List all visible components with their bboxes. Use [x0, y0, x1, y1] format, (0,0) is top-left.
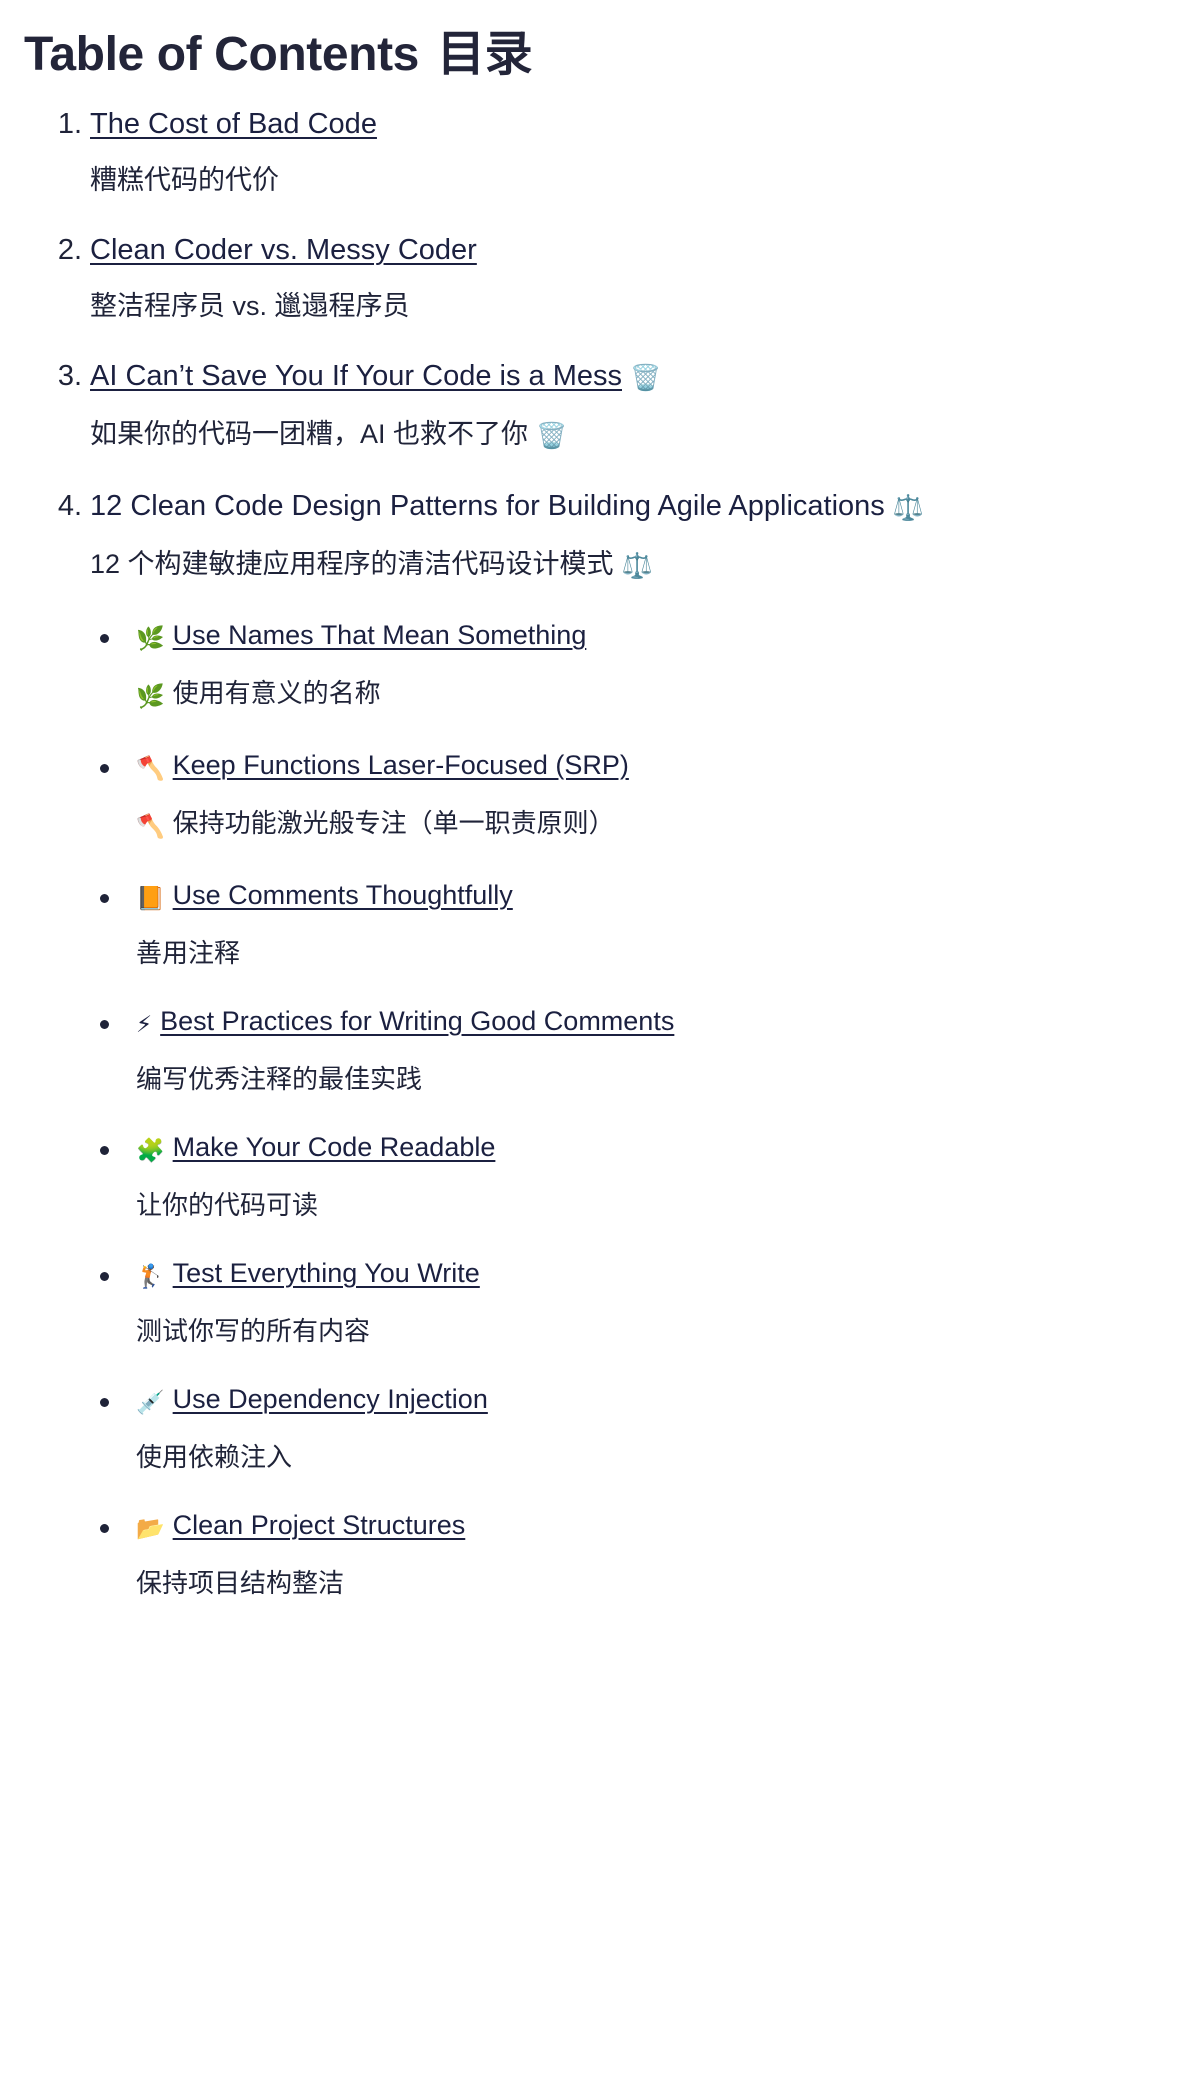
toc-entry-cn-text: 糟糕代码的代价	[90, 164, 279, 195]
toc-item-number: 4.	[57, 489, 82, 522]
toc-entry-cn-text: 整洁程序员 vs. 邋遢程序员	[90, 290, 410, 321]
toc-item-3: 3. AI Can’t Save You If Your Code is a M…	[24, 354, 1155, 458]
toc-entry-cn: 整洁程序员 vs. 邋遢程序员	[90, 284, 1155, 328]
toc-entry-en-text[interactable]: The Cost of Bad Code	[90, 108, 377, 140]
toc-subentry-cn: 让你的代码可读	[136, 1184, 1155, 1226]
toc-subentry-cn: 🌿 使用有意义的名称	[136, 672, 1155, 718]
toc-subentry-en-text[interactable]: Best Practices for Writing Good Comments	[160, 1006, 674, 1036]
toc-subentry-link[interactable]: 🪓 Keep Functions Laser-Focused (SRP)	[136, 744, 1155, 790]
toc-subentry-en-text[interactable]: Clean Project Structures	[173, 1510, 466, 1540]
toc-subitem-1: 🌿 Use Names That Mean Something 🌿 使用有意义的名称	[90, 614, 1155, 718]
golfer-icon: 🏌️	[136, 1263, 165, 1290]
toc-subitem-5: 🧩 Make Your Code Readable 让你的代码可读	[90, 1126, 1155, 1226]
bullet-icon	[100, 1271, 109, 1281]
toc-subentry-cn: 保持项目结构整洁	[136, 1562, 1155, 1604]
toc-entry-link[interactable]: AI Can’t Save You If Your Code is a Mess…	[90, 354, 1155, 400]
toc-subentry-link[interactable]: 📂 Clean Project Structures	[136, 1504, 1155, 1550]
table-of-contents-page: Table of Contents 目录 1. The Cost of Bad C…	[0, 0, 1179, 1640]
toc-subentry-cn-text: 善用注释	[136, 937, 241, 968]
herb-icon: 🌿	[136, 683, 165, 710]
toc-subentry-cn: 🪓 保持功能激光般专注（单一职责原则）	[136, 802, 1155, 848]
toc-subitem-2: 🪓 Keep Functions Laser-Focused (SRP) 🪓 保持功…	[90, 744, 1155, 848]
toc-item-1: 1. The Cost of Bad Code 糟糕代码的代价	[24, 102, 1155, 202]
toc-entry-link[interactable]: Clean Coder vs. Messy Coder	[90, 228, 1155, 272]
open-folder-icon: 📂	[136, 1515, 165, 1542]
toc-subentry-cn-text: 测试你写的所有内容	[136, 1315, 371, 1346]
toc-subentry-cn: 编写优秀注释的最佳实践	[136, 1058, 1155, 1100]
wastebasket-icon: 🗑️	[536, 420, 568, 450]
toc-item-number: 2.	[57, 233, 82, 266]
toc-entry-plain: 12 Clean Code Design Patterns for Buildi…	[90, 484, 1155, 530]
toc-subentry-cn: 使用依赖注入	[136, 1436, 1155, 1478]
bullet-icon	[100, 1397, 109, 1407]
axe-icon: 🪓	[136, 813, 165, 840]
toc-subentry-en-text[interactable]: Use Dependency Injection	[173, 1384, 488, 1414]
toc-entry-en-text[interactable]: AI Can’t Save You If Your Code is a Mess	[90, 360, 622, 392]
toc-item-number: 1.	[57, 107, 82, 140]
toc-subentry-en-text[interactable]: Keep Functions Laser-Focused (SRP)	[173, 750, 629, 780]
balance-scale-icon: ⚖️	[621, 550, 653, 580]
orange-book-icon: 📙	[136, 885, 165, 912]
toc-subitem-7: 💉 Use Dependency Injection 使用依赖注入	[90, 1378, 1155, 1478]
toc-subitem-8: 📂 Clean Project Structures 保持项目结构整洁	[90, 1504, 1155, 1604]
wastebasket-icon: 🗑️	[630, 362, 662, 392]
toc-entry-cn: 糟糕代码的代价	[90, 158, 1155, 202]
toc-subentry-link[interactable]: 🌿 Use Names That Mean Something	[136, 614, 1155, 660]
toc-item-number: 3.	[57, 359, 82, 392]
toc-entry-cn: 如果你的代码一团糟，AI 也救不了你 🗑️	[90, 412, 1155, 458]
page-title-cn: 目录	[436, 28, 533, 81]
page-title-en: Table of Contents	[24, 28, 419, 81]
toc-subentry-cn-text: 让你的代码可读	[136, 1189, 319, 1220]
toc-subentry-link[interactable]: ⚡ Best Practices for Writing Good Comment…	[136, 1000, 1155, 1046]
toc-subentry-cn-text: 编写优秀注释的最佳实践	[136, 1063, 423, 1094]
toc-subentry-link[interactable]: 🏌️ Test Everything You Write	[136, 1252, 1155, 1298]
toc-subentry-link[interactable]: 💉 Use Dependency Injection	[136, 1378, 1155, 1424]
toc-subentry-cn-text: 使用有意义的名称	[172, 677, 381, 708]
bullet-icon	[100, 1019, 109, 1029]
toc-subitem-3: 📙 Use Comments Thoughtfully 善用注释	[90, 874, 1155, 974]
toc-subentry-link[interactable]: 📙 Use Comments Thoughtfully	[136, 874, 1155, 920]
toc-subentry-en-text[interactable]: Test Everything You Write	[173, 1258, 480, 1288]
toc-entry-en-text[interactable]: Clean Coder vs. Messy Coder	[90, 234, 477, 266]
toc-entry-en-text: 12 Clean Code Design Patterns for Buildi…	[90, 489, 885, 522]
toc-sublist: 🌿 Use Names That Mean Something 🌿 使用有意义的名称…	[90, 614, 1155, 1604]
toc-entry-cn-text: 如果你的代码一团糟，AI 也救不了你	[90, 418, 529, 449]
toc-entry-cn-text: 12 个构建敏捷应用程序的清洁代码设计模式	[90, 548, 614, 579]
axe-icon: 🪓	[136, 755, 165, 782]
toc-subentry-en-text[interactable]: Use Comments Thoughtfully	[173, 880, 513, 910]
bullet-icon	[100, 763, 109, 773]
toc-item-2: 2. Clean Coder vs. Messy Coder 整洁程序员 vs.…	[24, 228, 1155, 328]
toc-subentry-cn: 测试你写的所有内容	[136, 1310, 1155, 1352]
toc-subentry-cn-text: 保持功能激光般专注（单一职责原则）	[172, 807, 615, 838]
toc-subentry-link[interactable]: 🧩 Make Your Code Readable	[136, 1126, 1155, 1172]
toc-list: 1. The Cost of Bad Code 糟糕代码的代价 2. Clean…	[24, 102, 1155, 1604]
puzzle-piece-icon: 🧩	[136, 1137, 165, 1164]
toc-subentry-cn-text: 使用依赖注入	[136, 1441, 293, 1472]
bullet-icon	[100, 1145, 109, 1155]
herb-icon: 🌿	[136, 625, 165, 652]
bullet-icon	[100, 1523, 109, 1533]
toc-subentry-cn-text: 保持项目结构整洁	[136, 1567, 345, 1598]
toc-item-4: 4. 12 Clean Code Design Patterns for Bui…	[24, 484, 1155, 1604]
balance-scale-icon: ⚖️	[892, 492, 924, 522]
toc-subentry-en-text[interactable]: Make Your Code Readable	[173, 1132, 496, 1162]
toc-subitem-6: 🏌️ Test Everything You Write 测试你写的所有内容	[90, 1252, 1155, 1352]
toc-entry-link[interactable]: The Cost of Bad Code	[90, 102, 1155, 146]
syringe-icon: 💉	[136, 1389, 165, 1416]
toc-subentry-en-text[interactable]: Use Names That Mean Something	[173, 620, 587, 650]
page-title: Table of Contents 目录	[24, 28, 1155, 82]
bullet-icon	[100, 633, 109, 643]
toc-subitem-4: ⚡ Best Practices for Writing Good Comment…	[90, 1000, 1155, 1100]
lightning-bolt-icon: ⚡	[136, 1011, 153, 1038]
bullet-icon	[100, 893, 109, 903]
toc-entry-cn: 12 个构建敏捷应用程序的清洁代码设计模式 ⚖️	[90, 542, 1155, 588]
toc-subentry-cn: 善用注释	[136, 932, 1155, 974]
